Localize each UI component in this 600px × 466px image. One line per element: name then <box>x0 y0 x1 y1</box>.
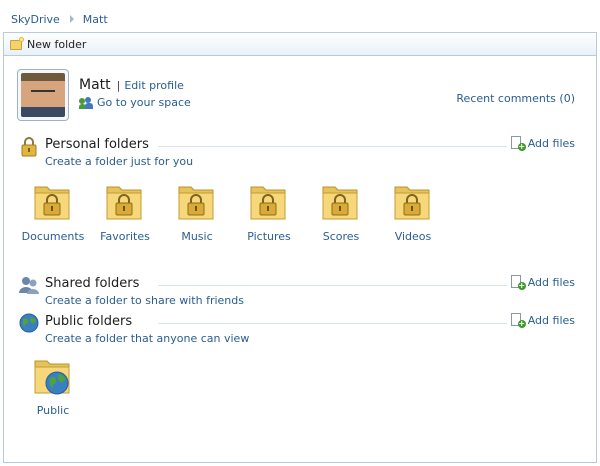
create-public-folder-link[interactable]: Create a folder that anyone can view <box>45 332 249 345</box>
add-files-shared-button[interactable]: + Add files <box>510 275 575 290</box>
folder-favorites[interactable]: Favorites <box>89 179 161 243</box>
folder-videos[interactable]: Videos <box>377 179 449 243</box>
divider <box>158 146 507 147</box>
new-folder-label: New folder <box>27 37 87 51</box>
divider <box>158 285 507 286</box>
folder-label: Public <box>36 404 70 417</box>
edit-profile-link[interactable]: Edit profile <box>124 79 184 92</box>
add-files-label: Add files <box>527 275 575 289</box>
folder-music[interactable]: Music <box>161 179 233 243</box>
add-file-icon: + <box>510 313 526 328</box>
shared-folders-section: Shared folders Create a folder to share … <box>18 275 575 312</box>
toolbar: New folder <box>4 33 596 56</box>
add-files-personal-button[interactable]: + Add files <box>510 136 575 151</box>
public-folder-list: Public <box>17 353 89 417</box>
locked-folder-icon <box>322 186 358 220</box>
folder-label: Scores <box>322 230 360 243</box>
folder-label: Documents <box>21 230 85 243</box>
locked-folder-icon <box>250 186 286 220</box>
avatar[interactable] <box>17 69 69 121</box>
personal-folders-heading: Personal folders <box>45 137 151 152</box>
separator: | <box>116 79 121 92</box>
folder-documents[interactable]: Documents <box>17 179 89 243</box>
add-files-label: Add files <box>527 136 575 150</box>
add-file-icon: + <box>510 136 526 151</box>
add-files-public-button[interactable]: + Add files <box>510 313 575 328</box>
lock-icon <box>21 137 37 157</box>
go-to-space-link[interactable]: Go to your space <box>97 96 191 109</box>
create-shared-folder-link[interactable]: Create a folder to share with friends <box>45 294 244 307</box>
chevron-right-icon <box>69 15 74 23</box>
globe-icon <box>19 313 39 333</box>
recent-comments-link[interactable]: Recent comments (0) <box>456 92 575 105</box>
folder-scores[interactable]: Scores <box>305 179 377 243</box>
folder-label: Videos <box>394 230 432 243</box>
public-folder-icon <box>34 360 70 395</box>
create-personal-folder-link[interactable]: Create a folder just for you <box>45 155 193 168</box>
shared-folders-heading: Shared folders <box>45 276 142 291</box>
locked-folder-icon <box>394 186 430 220</box>
add-file-icon: + <box>510 275 526 290</box>
main-panel: New folder Matt | Edit profile Go to you… <box>3 32 597 463</box>
folder-label: Pictures <box>247 230 291 243</box>
locked-folder-icon <box>106 186 142 220</box>
public-folders-heading: Public folders <box>45 314 135 329</box>
folder-label: Favorites <box>100 230 150 243</box>
personal-folder-list: Documents Favorites Music Pictures Score… <box>17 179 449 243</box>
add-files-label: Add files <box>527 313 575 327</box>
personal-folders-section: Personal folders Create a folder just fo… <box>18 136 575 173</box>
locked-folder-icon <box>178 186 214 220</box>
breadcrumb-skydrive[interactable]: SkyDrive <box>11 13 60 26</box>
folder-public[interactable]: Public <box>17 353 89 417</box>
new-folder-button[interactable]: New folder <box>10 37 87 51</box>
breadcrumb: SkyDrive Matt <box>11 12 108 26</box>
public-folders-section: Public folders Create a folder that anyo… <box>18 313 575 350</box>
profile-name: Matt <box>79 77 111 93</box>
folder-label: Music <box>181 230 213 243</box>
breadcrumb-matt[interactable]: Matt <box>83 13 108 26</box>
shared-people-icon <box>19 277 39 294</box>
divider <box>158 323 507 324</box>
folder-pictures[interactable]: Pictures <box>233 179 305 243</box>
people-icon <box>79 96 94 109</box>
locked-folder-icon <box>34 186 70 220</box>
new-folder-icon <box>10 37 24 50</box>
